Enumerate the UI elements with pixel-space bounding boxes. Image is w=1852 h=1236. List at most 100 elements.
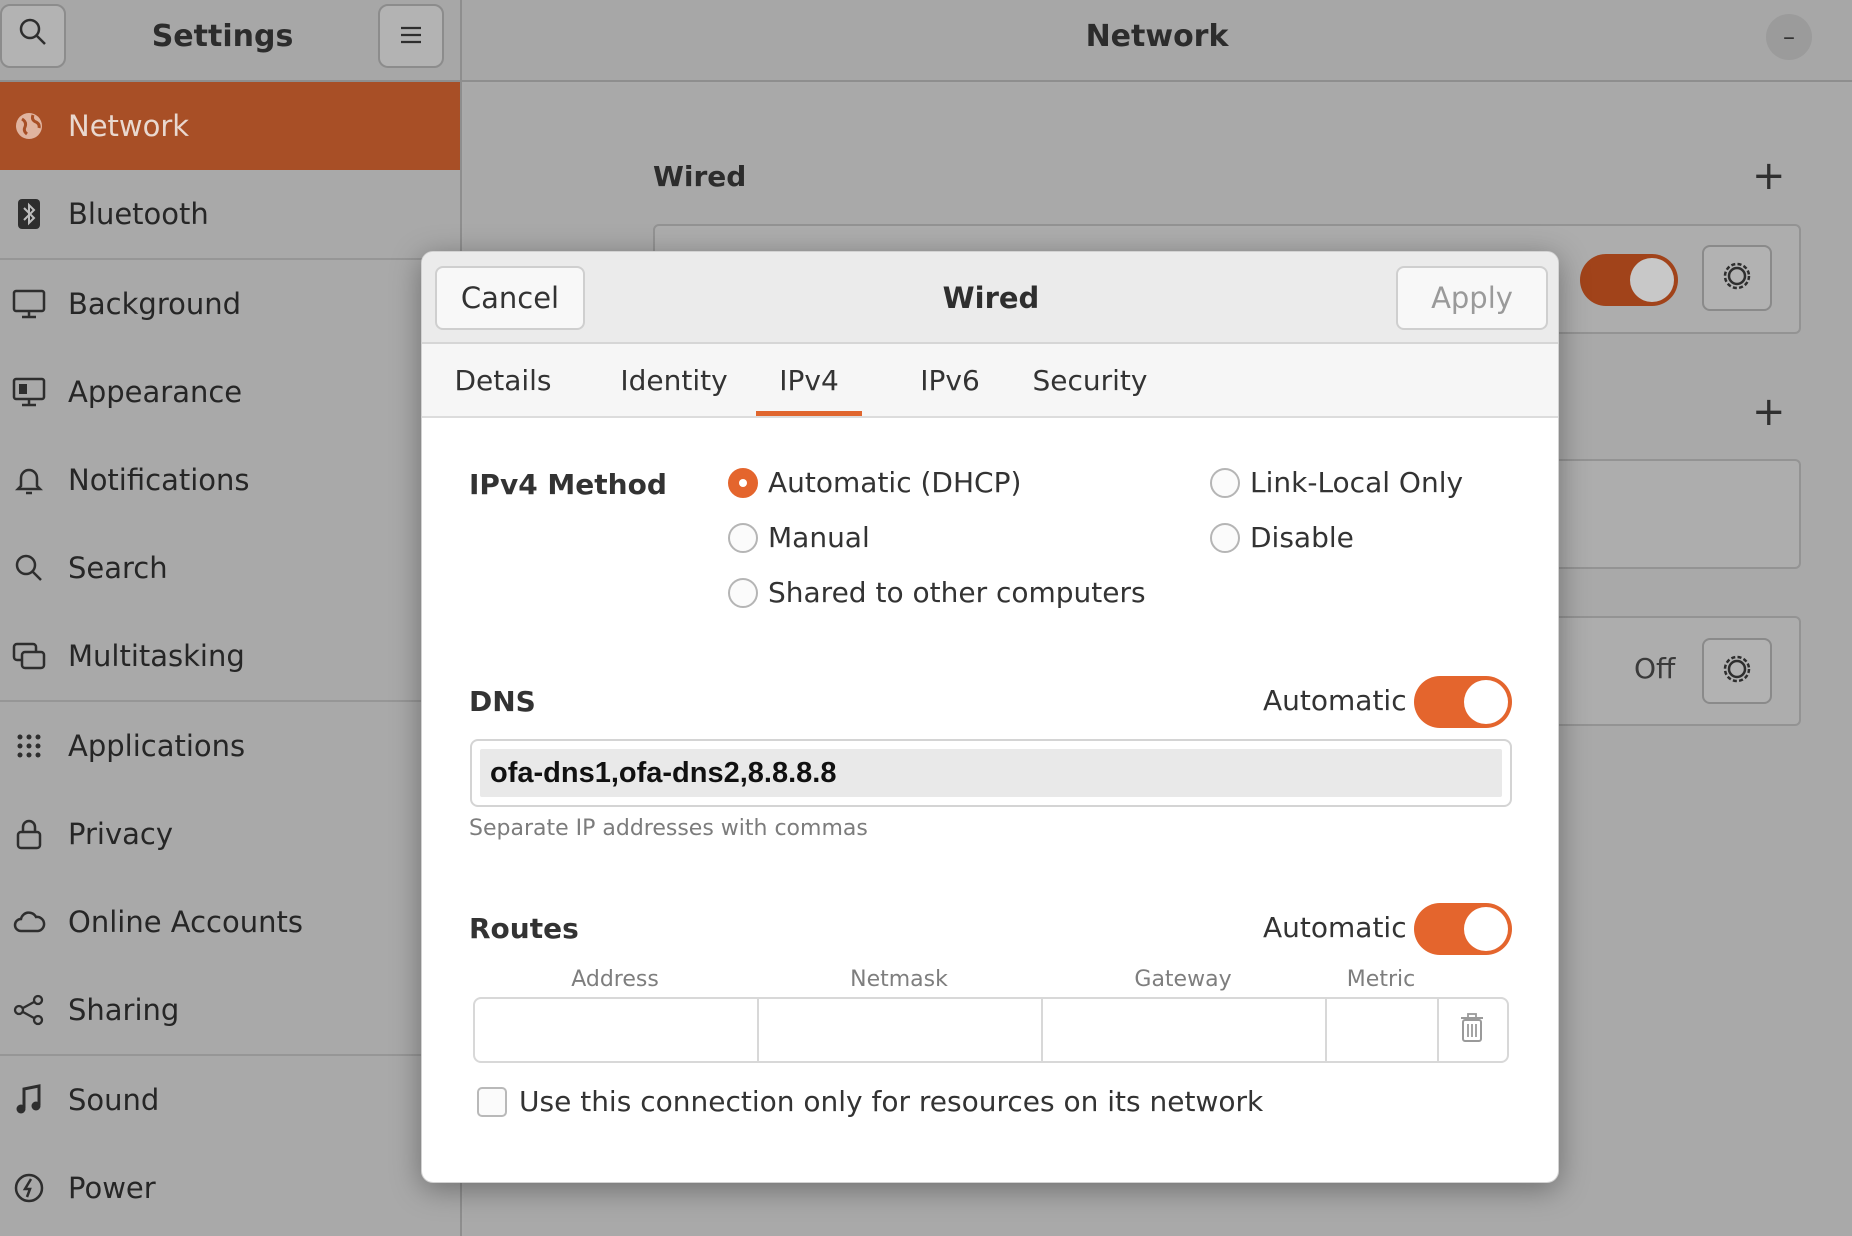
dns-automatic-label: Automatic <box>1263 684 1407 717</box>
sidebar-header: Settings <box>0 0 462 82</box>
dns-label: DNS <box>469 685 536 718</box>
power-icon <box>12 1171 46 1205</box>
tab-ipv6[interactable]: IPv6 <box>900 344 1000 416</box>
sidebar-item-network[interactable]: Network <box>0 82 460 170</box>
settings-title: Settings <box>151 18 294 54</box>
tab-ipv4[interactable]: IPv4 <box>756 344 862 416</box>
sidebar-item-label: Power <box>68 1171 156 1205</box>
bluetooth-icon <box>12 197 46 231</box>
wired-settings-button[interactable] <box>1702 245 1772 311</box>
tab-security[interactable]: Security <box>1020 344 1160 416</box>
radio-link-local-only[interactable]: Link-Local Only <box>1210 466 1463 499</box>
sidebar-item-label: Background <box>68 287 242 321</box>
only-local-resources-checkbox[interactable] <box>477 1086 507 1117</box>
dns-input-value[interactable]: ofa-dns1,ofa-dns2,8.8.8.8 <box>480 749 1502 797</box>
radio-disable[interactable]: Disable <box>1210 521 1354 554</box>
route-metric-input[interactable] <box>1327 999 1439 1061</box>
tab-details[interactable]: Details <box>452 344 554 416</box>
radio-label: Automatic (DHCP) <box>768 466 1022 499</box>
route-address-input[interactable] <box>475 999 759 1061</box>
bell-icon <box>12 463 46 497</box>
sidebar: Network Bluetooth Background Appearance <box>0 82 462 1236</box>
radio-unchecked-icon <box>728 577 758 608</box>
sidebar-item-label: Privacy <box>68 817 173 851</box>
dialog-header: Cancel Wired Apply <box>422 252 1558 344</box>
radio-automatic-dhcp[interactable]: Automatic (DHCP) <box>728 466 1021 499</box>
sidebar-item-label: Online Accounts <box>68 905 303 939</box>
sidebar-item-notifications[interactable]: Notifications <box>0 436 460 524</box>
radio-label: Manual <box>768 521 870 554</box>
sidebar-item-label: Notifications <box>68 463 250 497</box>
dialog-title: Wired <box>942 281 1040 315</box>
apply-button[interactable]: Apply <box>1396 266 1548 330</box>
cloud-icon <box>12 905 46 939</box>
hamburger-menu-icon <box>398 19 424 54</box>
tab-identity[interactable]: Identity <box>606 344 742 416</box>
grid-icon <box>12 729 46 763</box>
gear-icon <box>1720 259 1754 297</box>
multitasking-icon <box>12 639 46 673</box>
column-address: Address <box>571 967 659 992</box>
dialog-tabs: Details Identity IPv4 IPv6 Security <box>422 344 1558 418</box>
proxy-status-label: Off <box>1634 652 1676 685</box>
column-netmask: Netmask <box>850 967 948 992</box>
only-local-resources-checkbox-row[interactable]: Use this connection only for resources o… <box>477 1085 1263 1118</box>
appearance-icon <box>12 375 46 409</box>
share-icon <box>12 993 46 1027</box>
dns-automatic-toggle[interactable] <box>1414 676 1512 728</box>
column-metric: Metric <box>1346 967 1416 992</box>
route-netmask-input[interactable] <box>759 999 1043 1061</box>
sidebar-item-label: Appearance <box>68 375 243 409</box>
radio-checked-icon <box>728 467 758 498</box>
radio-unchecked-icon <box>1210 467 1240 498</box>
sidebar-item-label: Sharing <box>68 993 180 1027</box>
routes-automatic-label: Automatic <box>1263 911 1407 944</box>
gear-icon <box>1720 652 1754 690</box>
radio-unchecked-icon <box>1210 522 1240 553</box>
sidebar-item-applications[interactable]: Applications › <box>0 702 460 790</box>
cancel-button[interactable]: Cancel <box>435 266 585 330</box>
radio-label: Shared to other computers <box>768 576 1146 609</box>
sidebar-item-bluetooth[interactable]: Bluetooth <box>0 170 460 258</box>
radio-label: Disable <box>1250 521 1354 554</box>
dns-hint: Separate IP addresses with commas <box>469 816 868 841</box>
music-note-icon <box>12 1083 46 1117</box>
dns-input[interactable]: ofa-dns1,ofa-dns2,8.8.8.8 <box>470 739 1512 807</box>
radio-label: Link-Local Only <box>1250 466 1464 499</box>
sidebar-item-search[interactable]: Search <box>0 524 460 612</box>
settings-window: Settings Network – Network Bluetooth Bac… <box>0 0 1852 1236</box>
radio-shared[interactable]: Shared to other computers <box>728 576 1146 609</box>
add-vpn-button[interactable]: + <box>1752 392 1786 432</box>
sidebar-item-label: Search <box>68 551 168 585</box>
delete-route-button[interactable] <box>1457 1013 1487 1047</box>
minimize-button[interactable]: – <box>1766 14 1812 60</box>
route-gateway-input[interactable] <box>1043 999 1327 1061</box>
search-button[interactable] <box>0 4 66 68</box>
wired-connection-toggle[interactable] <box>1580 254 1678 306</box>
search-icon <box>12 551 46 585</box>
network-globe-icon <box>12 109 46 143</box>
trash-icon <box>1459 1013 1485 1047</box>
sidebar-item-sharing[interactable]: Sharing <box>0 966 460 1054</box>
sidebar-item-background[interactable]: Background <box>0 260 460 348</box>
route-entry-row <box>473 997 1509 1063</box>
menu-button[interactable] <box>378 4 444 68</box>
sidebar-item-appearance[interactable]: Appearance <box>0 348 460 436</box>
sidebar-item-label: Applications <box>68 729 246 763</box>
add-wired-button[interactable]: + <box>1752 156 1786 196</box>
header-bar: Settings Network – <box>0 0 1852 82</box>
wired-settings-dialog: Cancel Wired Apply Details Identity IPv4… <box>421 251 1559 1183</box>
checkbox-label: Use this connection only for resources o… <box>519 1085 1264 1118</box>
radio-unchecked-icon <box>728 522 758 553</box>
sidebar-item-power[interactable]: Power <box>0 1144 460 1232</box>
sidebar-item-multitasking[interactable]: Multitasking <box>0 612 460 700</box>
sidebar-item-online-accounts[interactable]: Online Accounts <box>0 878 460 966</box>
sidebar-item-sound[interactable]: Sound <box>0 1056 460 1144</box>
lock-icon <box>12 817 46 851</box>
sidebar-item-privacy[interactable]: Privacy › <box>0 790 460 878</box>
sidebar-item-label: Multitasking <box>68 639 245 673</box>
routes-automatic-toggle[interactable] <box>1414 903 1512 955</box>
sidebar-item-label: Network <box>68 109 190 143</box>
proxy-settings-button[interactable] <box>1702 638 1772 704</box>
radio-manual[interactable]: Manual <box>728 521 870 554</box>
